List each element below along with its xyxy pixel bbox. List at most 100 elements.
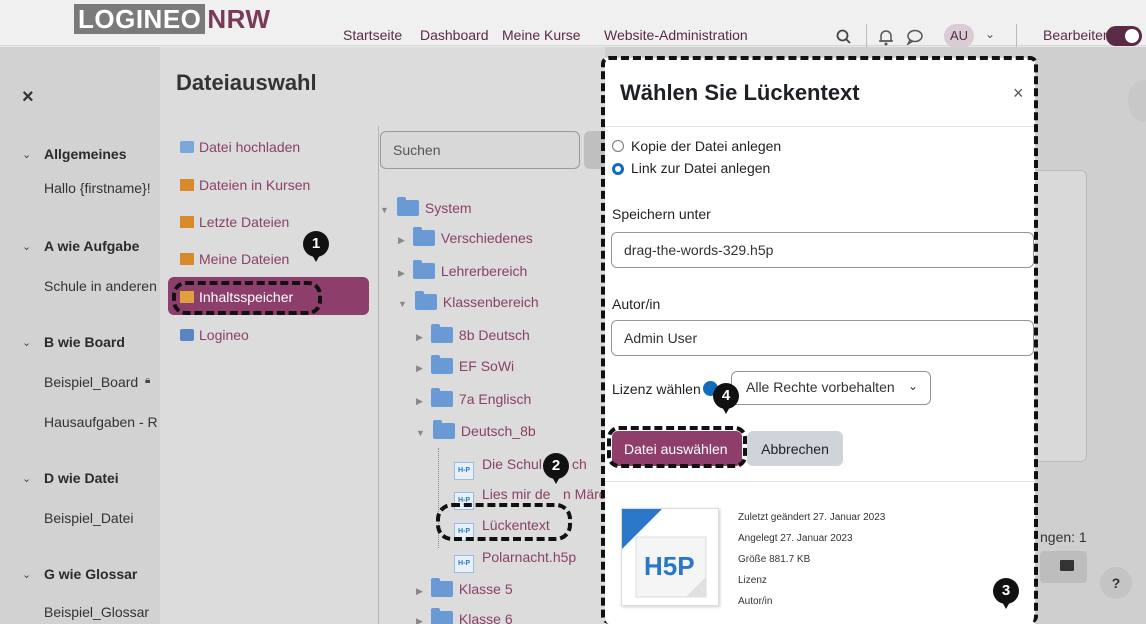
section-item[interactable]: Beispiel_Board bbox=[44, 374, 138, 390]
section-title[interactable]: D wie Datei bbox=[44, 470, 119, 486]
repo-private-files[interactable]: Meine Dateien bbox=[180, 251, 289, 267]
caret-down-icon: ▼ bbox=[416, 428, 425, 438]
folder-icon bbox=[430, 324, 453, 343]
repo-label: Dateien in Kursen bbox=[199, 177, 311, 193]
tree-label: 8b Deutsch bbox=[458, 327, 530, 343]
section-item[interactable]: Beispiel_Datei bbox=[44, 510, 134, 526]
section-item[interactable]: Schule in anderen bbox=[44, 278, 158, 294]
logo-text-part2: NRW bbox=[207, 4, 271, 34]
chevron-down-icon[interactable]: ⌄ bbox=[22, 336, 31, 349]
caret-down-icon: ▼ bbox=[380, 205, 389, 215]
tree-node[interactable]: ▶ Klasse 5 bbox=[416, 578, 513, 597]
tree-file-text-tail: ch bbox=[572, 456, 587, 472]
background-text: ngen: 1 bbox=[1040, 529, 1087, 545]
callout-badge-2: 2 bbox=[543, 453, 569, 484]
tree-node[interactable]: ▶ EF SoWi bbox=[416, 355, 514, 374]
folder-icon bbox=[396, 197, 419, 216]
callout-frame-4 bbox=[607, 426, 747, 468]
tree-label: Lies mir de bbox=[482, 486, 551, 502]
section-title[interactable]: A wie Aufgabe bbox=[44, 238, 139, 254]
chevron-down-icon[interactable]: ⌄ bbox=[22, 472, 31, 485]
caret-right-icon: ▶ bbox=[416, 396, 423, 406]
lock-icon: 🔒︎ bbox=[145, 375, 151, 386]
tree-node[interactable]: ▶ Verschiedenes bbox=[398, 227, 533, 246]
chevron-down-icon[interactable]: ⌄ bbox=[22, 568, 31, 581]
nav-link-website-administration[interactable]: Website-Administration bbox=[604, 27, 748, 43]
folder-icon bbox=[432, 420, 455, 439]
chevron-down-icon[interactable]: ⌄ bbox=[22, 240, 31, 253]
caret-right-icon: ▶ bbox=[416, 363, 423, 373]
tree-node[interactable]: ▶ 7a Englisch bbox=[416, 388, 532, 407]
folder-icon bbox=[1060, 560, 1074, 571]
search-input[interactable]: Suchen bbox=[380, 131, 580, 169]
callout-badge-1: 1 bbox=[303, 231, 329, 262]
tree-label: Verschiedenes bbox=[440, 230, 533, 246]
caret-right-icon: ▶ bbox=[416, 332, 423, 342]
tree-node[interactable]: ▼ Klassenbereich bbox=[398, 291, 539, 310]
repo-course-files[interactable]: Dateien in Kursen bbox=[180, 177, 310, 193]
close-icon[interactable]: × bbox=[22, 86, 34, 109]
tree-node[interactable]: ▶ 8b Deutsch bbox=[416, 324, 530, 343]
repo-logineo[interactable]: Logineo bbox=[180, 327, 249, 343]
tree-file[interactable]: H-P Die Schul bbox=[454, 456, 542, 480]
callout-frame-3 bbox=[601, 56, 1038, 624]
section-title[interactable]: B wie Board bbox=[44, 334, 125, 350]
tree-label: Klassenbereich bbox=[442, 294, 539, 310]
edit-mode-toggle[interactable] bbox=[1106, 26, 1142, 46]
background-editor-box bbox=[1035, 170, 1087, 462]
repo-upload[interactable]: Datei hochladen bbox=[180, 139, 300, 155]
nav-link-startseite[interactable]: Startseite bbox=[343, 27, 402, 43]
moodle-icon bbox=[180, 216, 194, 228]
logineo-logo[interactable]: LOGINEO NRW bbox=[74, 4, 271, 34]
tree-label: Lehrerbereich bbox=[440, 263, 528, 279]
caret-right-icon: ▶ bbox=[398, 268, 405, 278]
tree-label: System bbox=[424, 200, 472, 216]
callout-badge-4: 4 bbox=[713, 383, 739, 414]
nav-divider bbox=[866, 24, 867, 48]
avatar[interactable]: AU bbox=[944, 24, 974, 48]
section-item[interactable]: Beispiel_Glossar bbox=[44, 604, 149, 620]
caret-right-icon: ▶ bbox=[398, 235, 405, 245]
bell-icon[interactable] bbox=[878, 28, 894, 46]
repo-label: Logineo bbox=[199, 327, 249, 343]
edit-mode-label: Bearbeiten bbox=[1043, 27, 1111, 43]
section-item[interactable]: Hallo {firstname}! bbox=[44, 180, 158, 196]
tree-label: Polarnacht.h5p bbox=[482, 549, 577, 565]
upload-icon bbox=[180, 141, 194, 153]
chat-bubble-icon[interactable] bbox=[906, 29, 924, 45]
repo-label: Meine Dateien bbox=[199, 251, 290, 267]
moodle-icon bbox=[180, 253, 194, 265]
help-button[interactable]: ? bbox=[1100, 567, 1132, 599]
section-title[interactable]: G wie Glossar bbox=[44, 566, 137, 582]
section-title[interactable]: Allgemeines bbox=[44, 146, 126, 162]
toggle-knob bbox=[1125, 29, 1139, 43]
section-item[interactable]: Hausaufgaben - R bbox=[44, 414, 158, 430]
caret-down-icon: ▼ bbox=[398, 299, 407, 309]
tree-node[interactable]: ▼ Deutsch_8b bbox=[416, 420, 536, 439]
h5p-icon: H-P bbox=[454, 462, 474, 480]
moodle-icon bbox=[180, 179, 194, 191]
folder-button[interactable] bbox=[1040, 551, 1087, 583]
chevron-down-icon[interactable]: ⌄ bbox=[22, 148, 31, 161]
tree-file-text-tail: n Märc bbox=[563, 486, 606, 502]
tree-file[interactable]: H-P Polarnacht.h5p bbox=[454, 549, 576, 573]
chevron-down-icon[interactable]: ⌄ bbox=[985, 27, 995, 41]
h5p-icon: H-P bbox=[454, 555, 474, 573]
callout-frame-1 bbox=[172, 281, 322, 315]
tree-label: Klasse 6 bbox=[458, 611, 513, 624]
repo-recent-files[interactable]: Letzte Dateien bbox=[180, 214, 289, 230]
search-icon[interactable] bbox=[836, 29, 852, 45]
logineo-icon bbox=[180, 329, 194, 341]
tree-label: Die Schul bbox=[482, 456, 542, 472]
tree-node[interactable]: ▶ Lehrerbereich bbox=[398, 260, 528, 279]
file-picker-title: Dateiauswahl bbox=[176, 70, 317, 95]
tree-label: Klasse 5 bbox=[458, 581, 513, 597]
folder-icon bbox=[430, 608, 453, 624]
nav-link-meine-kurse[interactable]: Meine Kurse bbox=[502, 27, 581, 43]
tree-label: 7a Englisch bbox=[458, 391, 532, 407]
tree-node[interactable]: ▶ Klasse 6 bbox=[416, 608, 513, 624]
repo-label: Letzte Dateien bbox=[199, 214, 290, 230]
callout-badge-3: 3 bbox=[993, 578, 1019, 609]
tree-node-system[interactable]: ▼ System bbox=[380, 197, 472, 216]
nav-link-dashboard[interactable]: Dashboard bbox=[420, 27, 489, 43]
